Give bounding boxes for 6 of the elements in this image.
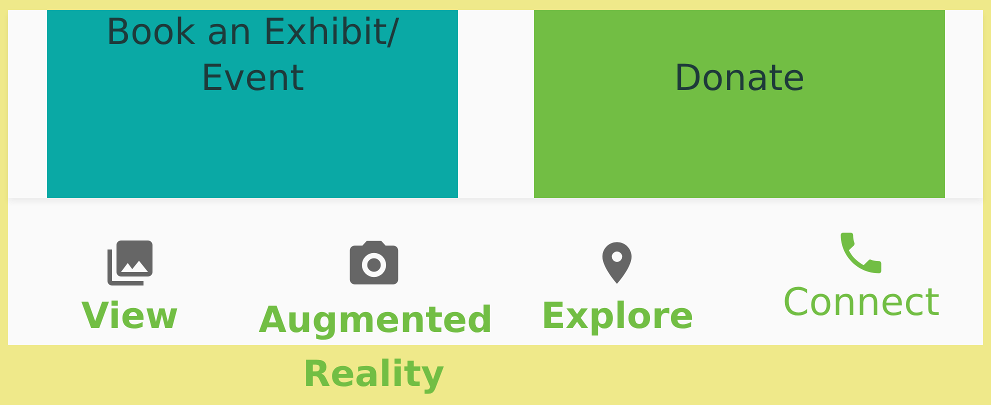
- caption-label: View: [80, 295, 180, 339]
- menu-tile[interactable]: Donate: [534, 10, 945, 198]
- tab-label: Connect: [782, 280, 941, 324]
- menu-tile[interactable]: Book an Exhibit/ Event: [47, 10, 458, 198]
- caption-label: Explore: [540, 295, 695, 339]
- caption-label: Augmented Reality: [258, 299, 489, 397]
